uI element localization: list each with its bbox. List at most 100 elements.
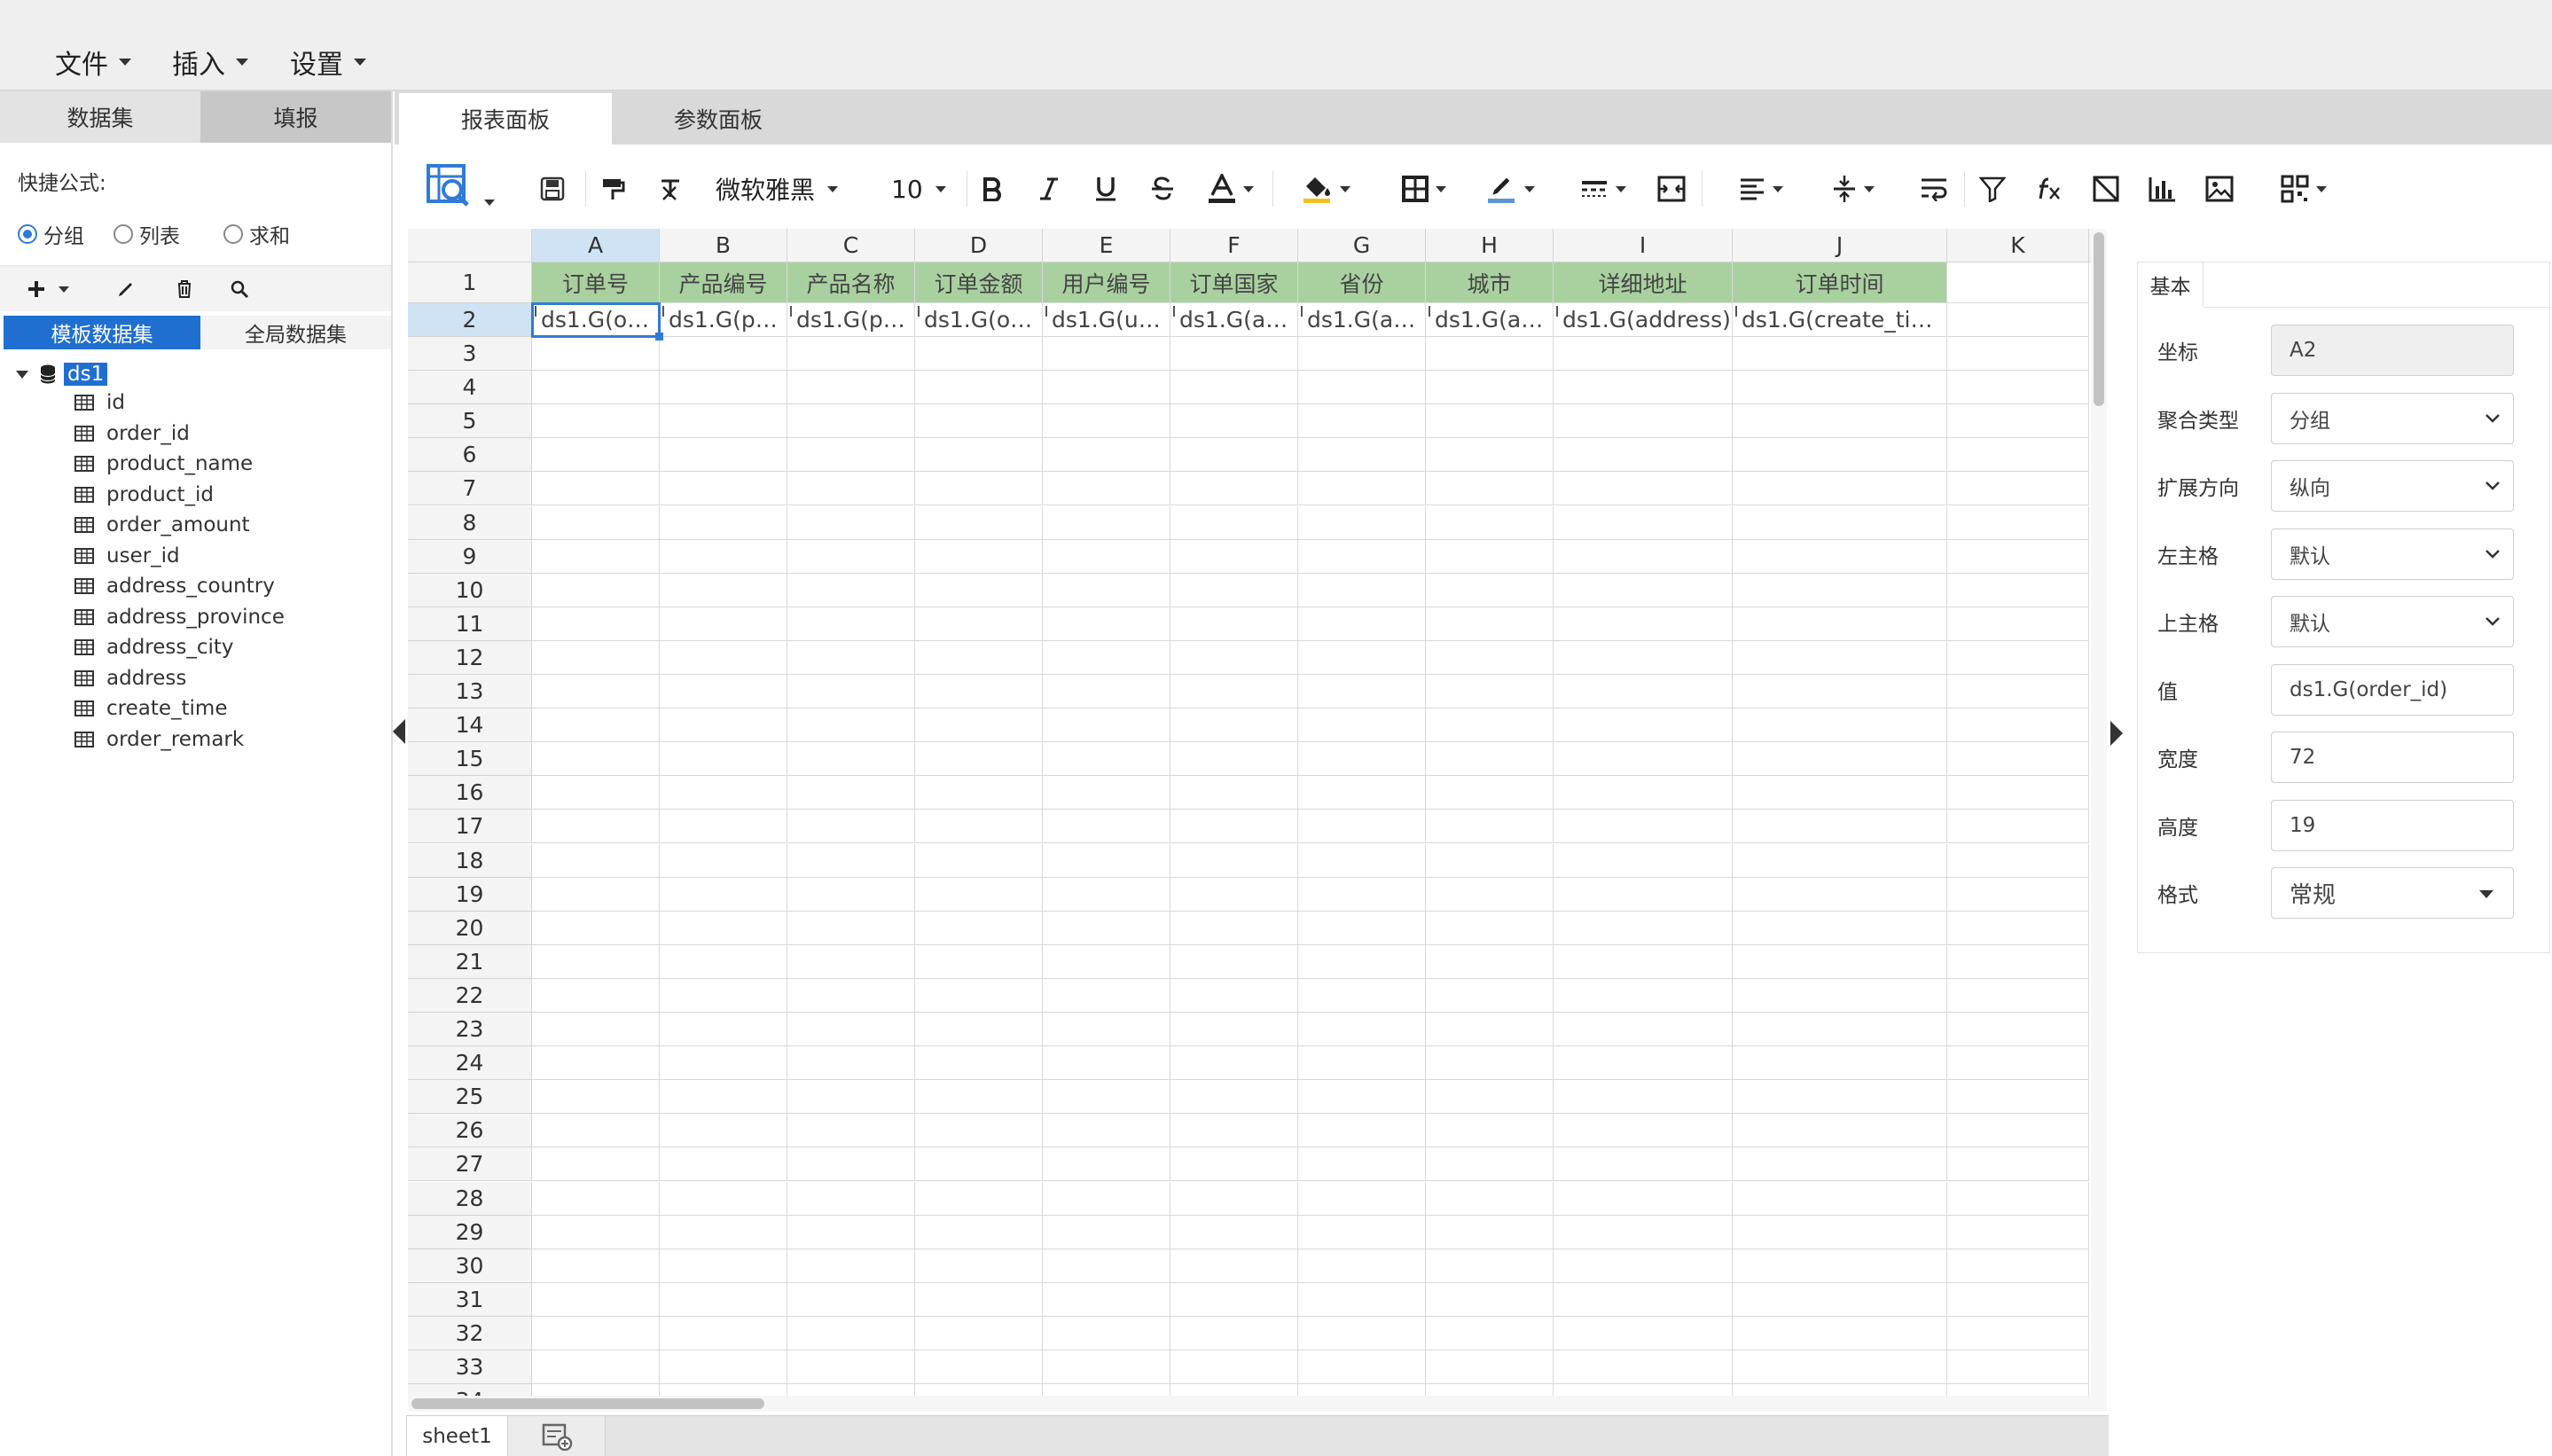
cell-e22[interactable]: [1043, 978, 1170, 1013]
cell-d6[interactable]: [915, 438, 1043, 473]
cell-a25[interactable]: [532, 1080, 660, 1115]
cell-d12[interactable]: [915, 640, 1043, 675]
row-header-28[interactable]: 28: [408, 1181, 532, 1216]
cell-e4[interactable]: [1043, 371, 1170, 405]
cell-g22[interactable]: [1298, 978, 1426, 1013]
cell-a19[interactable]: [532, 877, 660, 912]
cell-g12[interactable]: [1298, 640, 1426, 675]
cell-f23[interactable]: [1170, 1013, 1298, 1047]
cell-i9[interactable]: [1554, 539, 1733, 574]
row-header-24[interactable]: 24: [408, 1046, 532, 1081]
cell-d14[interactable]: [915, 708, 1043, 743]
cell-e19[interactable]: [1043, 877, 1170, 912]
cell-h11[interactable]: [1426, 607, 1554, 641]
cell-k10[interactable]: [1947, 573, 2089, 607]
cell-k8[interactable]: [1947, 505, 2089, 540]
cell-k31[interactable]: [1947, 1282, 2089, 1317]
cell-c16[interactable]: [787, 776, 915, 810]
cell-i19[interactable]: [1554, 877, 1733, 912]
row-header-33[interactable]: 33: [408, 1350, 532, 1385]
field-item-address-country[interactable]: address_country: [74, 573, 275, 599]
row-header-19[interactable]: 19: [408, 877, 532, 912]
cell-b12[interactable]: [660, 640, 787, 675]
row-header-20[interactable]: 20: [408, 911, 532, 945]
cell-g3[interactable]: [1298, 337, 1426, 372]
cell-e28[interactable]: [1043, 1181, 1170, 1216]
cell-i7[interactable]: [1554, 472, 1733, 506]
row-header-9[interactable]: 9: [408, 539, 532, 574]
cell-i10[interactable]: [1554, 573, 1733, 607]
column-header-f[interactable]: F: [1170, 229, 1298, 262]
cell-f8[interactable]: [1170, 505, 1298, 540]
cell-j1[interactable]: 订单时间: [1733, 262, 1947, 303]
cell-c23[interactable]: [787, 1013, 915, 1047]
cell-e23[interactable]: [1043, 1013, 1170, 1047]
save-button[interactable]: [535, 166, 570, 212]
cell-k22[interactable]: [1947, 978, 2089, 1013]
cell-b7[interactable]: [660, 472, 787, 506]
cell-f26[interactable]: [1170, 1114, 1298, 1148]
cell-b24[interactable]: [660, 1046, 787, 1081]
cell-f30[interactable]: [1170, 1249, 1298, 1283]
cell-a18[interactable]: [532, 843, 660, 878]
cell-h25[interactable]: [1426, 1080, 1554, 1115]
cell-g27[interactable]: [1298, 1147, 1426, 1182]
cell-d4[interactable]: [915, 371, 1043, 405]
field-item-order-amount[interactable]: order_amount: [74, 512, 250, 538]
cell-f28[interactable]: [1170, 1181, 1298, 1216]
row-header-29[interactable]: 29: [408, 1215, 532, 1249]
font-size-select[interactable]: 10: [891, 166, 957, 212]
row-header-17[interactable]: 17: [408, 810, 532, 844]
cell-c8[interactable]: [787, 505, 915, 540]
cell-b30[interactable]: [660, 1249, 787, 1283]
cell-c1[interactable]: 产品名称: [787, 262, 915, 303]
cell-d19[interactable]: [915, 877, 1043, 912]
cell-c13[interactable]: [787, 675, 915, 709]
row-header-3[interactable]: 3: [408, 337, 532, 372]
cell-h19[interactable]: [1426, 877, 1554, 912]
cell-c25[interactable]: [787, 1080, 915, 1115]
row-header-22[interactable]: 22: [408, 978, 532, 1013]
collapse-left-icon[interactable]: [393, 719, 405, 744]
border-style-button[interactable]: [1574, 166, 1632, 212]
cell-a5[interactable]: [532, 404, 660, 439]
cell-a23[interactable]: [532, 1013, 660, 1047]
width-input[interactable]: 72: [2271, 732, 2514, 783]
add-sheet-button[interactable]: [508, 1416, 606, 1456]
cell-g28[interactable]: [1298, 1181, 1426, 1216]
row-header-25[interactable]: 25: [408, 1080, 532, 1115]
image-button[interactable]: [2202, 166, 2237, 212]
cell-a14[interactable]: [532, 708, 660, 743]
cell-k24[interactable]: [1947, 1046, 2089, 1081]
cell-j8[interactable]: [1733, 505, 1947, 540]
cell-b9[interactable]: [660, 539, 787, 574]
cell-k21[interactable]: [1947, 944, 2089, 979]
cell-j7[interactable]: [1733, 472, 1947, 506]
cell-e9[interactable]: [1043, 539, 1170, 574]
cell-d9[interactable]: [915, 539, 1043, 574]
font-color-button[interactable]: [1202, 166, 1260, 212]
cell-k32[interactable]: [1947, 1316, 2089, 1350]
cell-h16[interactable]: [1426, 776, 1554, 810]
column-header-d[interactable]: D: [915, 229, 1043, 262]
horizontal-scrollbar[interactable]: [408, 1396, 2107, 1412]
sheet-tab-sheet1[interactable]: sheet1: [406, 1416, 508, 1456]
cell-h12[interactable]: [1426, 640, 1554, 675]
cell-d30[interactable]: [915, 1249, 1043, 1283]
column-header-e[interactable]: E: [1043, 229, 1170, 262]
cell-h31[interactable]: [1426, 1282, 1554, 1317]
selection-fill-handle[interactable]: [655, 333, 663, 341]
cell-d13[interactable]: [915, 675, 1043, 709]
cell-c33[interactable]: [787, 1350, 915, 1385]
row-header-31[interactable]: 31: [408, 1282, 532, 1317]
cell-f31[interactable]: [1170, 1282, 1298, 1317]
cell-g11[interactable]: [1298, 607, 1426, 641]
cell-k16[interactable]: [1947, 776, 2089, 810]
cell-j31[interactable]: [1733, 1282, 1947, 1317]
cell-g25[interactable]: [1298, 1080, 1426, 1115]
column-header-b[interactable]: B: [660, 229, 787, 262]
cell-i33[interactable]: [1554, 1350, 1733, 1385]
cell-f27[interactable]: [1170, 1147, 1298, 1182]
field-item-address-province[interactable]: address_province: [74, 604, 285, 630]
cell-a28[interactable]: [532, 1181, 660, 1216]
